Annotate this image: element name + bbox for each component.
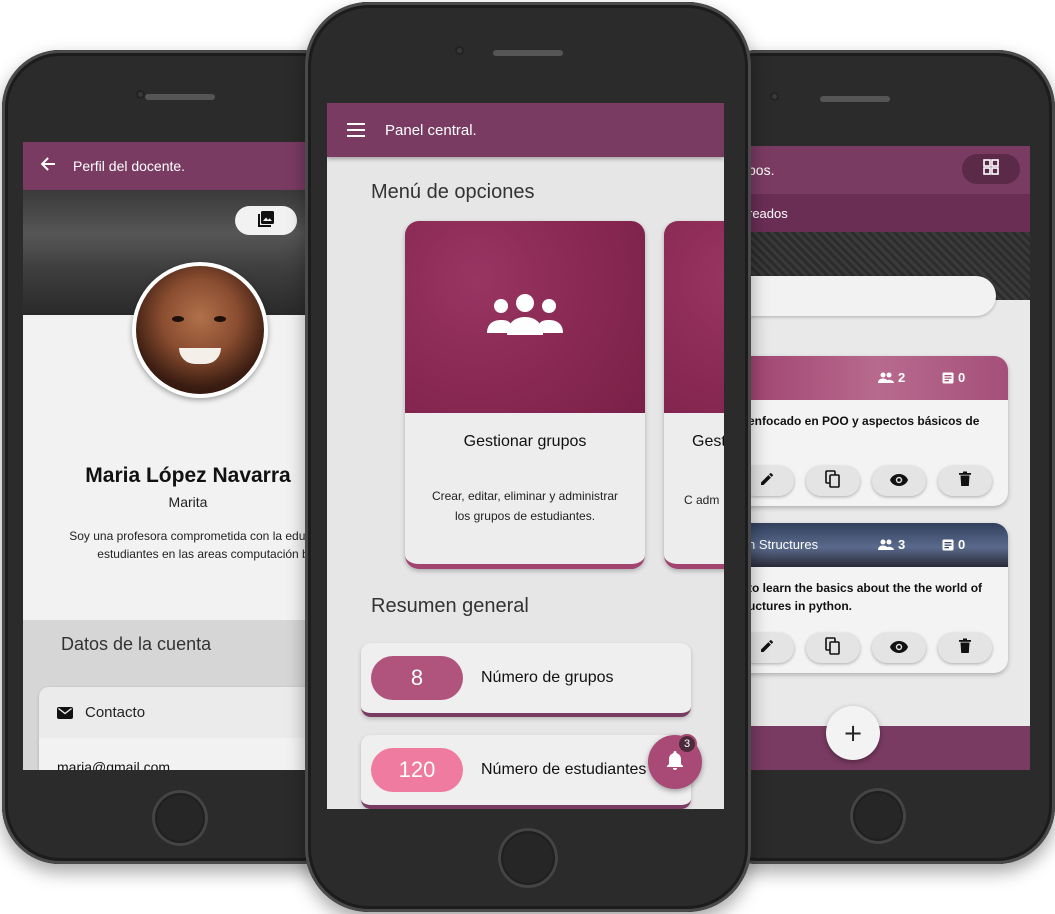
contact-label: Contacto (85, 704, 146, 721)
groups-appbar: pos. (748, 146, 1030, 194)
view-button[interactable] (872, 633, 926, 663)
delete-button[interactable] (938, 633, 992, 663)
teacher-nickname: Marita (168, 494, 208, 510)
copy-button[interactable] (806, 633, 860, 663)
option-card-title: Gestionar grupos (463, 433, 587, 450)
speaker-grille (145, 94, 215, 100)
teacher-bio: Soy una profesora comprometida con la ed… (69, 529, 305, 561)
group-card[interactable]: n Structures 3 0 to learn the basics abo… (748, 523, 1008, 673)
option-card-banner (405, 221, 645, 413)
contact-card: Contacto maria@gmail.com (39, 687, 305, 770)
notes-count: 0 (942, 370, 965, 385)
group-card-header: n Structures 3 0 (748, 523, 1008, 567)
group-card[interactable]: 2 0 enfocado en POO y aspectos básicos d… (748, 356, 1008, 506)
mail-icon (57, 706, 73, 719)
option-card-description: C adm (684, 493, 720, 507)
profile-screen: Perfil del docente. Maria López Navarra … (23, 142, 305, 770)
groups-tab-bar[interactable]: reados (748, 194, 1030, 232)
contact-card-header: Contacto (39, 687, 305, 738)
add-group-button[interactable]: + (826, 706, 880, 760)
profile-title: Perfil del docente. (73, 158, 186, 174)
profile-appbar: Perfil del docente. (23, 142, 305, 190)
group-card-header: 2 0 (748, 356, 1008, 400)
avatar[interactable] (132, 262, 268, 398)
members-count: 3 (878, 537, 905, 552)
camera-dot (770, 92, 779, 101)
view-button[interactable] (872, 466, 926, 496)
groups-tab-label: reados (748, 205, 788, 221)
bell-icon (666, 750, 684, 774)
group-card-actions (748, 466, 1008, 496)
plus-icon: + (842, 719, 864, 747)
change-cover-button[interactable] (235, 206, 297, 235)
note-icon (942, 539, 954, 550)
menu-icon[interactable] (327, 123, 385, 137)
delete-button[interactable] (938, 466, 992, 496)
trash-icon (958, 638, 972, 658)
pencil-icon (759, 471, 775, 491)
speaker-grille (820, 96, 890, 102)
home-button (498, 828, 558, 888)
stat-students[interactable]: 120 Número de estudiantes (361, 735, 691, 809)
image-icon (257, 210, 275, 232)
account-section-title: Datos de la cuenta (61, 634, 212, 654)
notes-count: 0 (942, 537, 965, 552)
edit-button[interactable] (748, 466, 794, 496)
copy-icon (825, 637, 841, 659)
phone-right: pos. reados 2 0 enfocado en POO y aspect… (700, 50, 1055, 864)
phone-middle: Panel central. Menú de opciones Gestiona… (305, 2, 751, 912)
note-icon (942, 372, 954, 383)
dashboard-appbar: Panel central. (327, 103, 724, 157)
arrow-back-icon[interactable] (23, 156, 73, 177)
home-button (849, 788, 906, 844)
option-card-manage-groups[interactable]: Gestionar grupos Crear, editar, eliminar… (405, 221, 645, 569)
contact-email[interactable]: maria@gmail.com (39, 738, 305, 771)
group-card-description: to learn the basics about the the world … (748, 581, 983, 613)
summary-heading: Resumen general (371, 595, 529, 617)
copy-button[interactable] (806, 466, 860, 496)
speaker-grille (493, 50, 563, 56)
people-icon (878, 539, 894, 550)
grid-view-button[interactable] (962, 154, 1020, 184)
options-heading: Menú de opciones (371, 181, 535, 203)
members-count: 2 (878, 370, 905, 385)
bottom-bar (748, 726, 1030, 770)
dashboard-screen: Panel central. Menú de opciones Gestiona… (327, 103, 724, 809)
people-icon (878, 372, 894, 383)
option-card-title: Gest (692, 433, 724, 450)
dashboard-title: Panel central. (385, 121, 477, 139)
pencil-icon (759, 638, 775, 658)
search-input[interactable] (748, 276, 996, 316)
stat-groups[interactable]: 8 Número de grupos (361, 643, 691, 717)
stat-groups-value: 8 (371, 656, 463, 700)
notification-count-badge: 3 (677, 734, 697, 754)
grid-icon (983, 159, 999, 179)
stat-students-value: 120 (371, 748, 463, 792)
group-card-title: n Structures (748, 537, 819, 552)
option-card-banner (664, 221, 724, 413)
trash-icon (958, 471, 972, 491)
groups-screen: pos. reados 2 0 enfocado en POO y aspect… (748, 146, 1030, 770)
home-button (152, 790, 208, 846)
eye-icon (889, 639, 909, 658)
option-card-description: Crear, editar, eliminar y administrar lo… (431, 489, 619, 523)
group-card-description: enfocado en POO y aspectos básicos de (748, 414, 980, 428)
stat-groups-label: Número de grupos (481, 669, 614, 686)
copy-icon (825, 470, 841, 492)
camera-dot (455, 46, 464, 55)
edit-button[interactable] (748, 633, 794, 663)
avatar-photo (136, 266, 264, 394)
groups-title: pos. (748, 162, 775, 178)
option-card-next[interactable]: Gest C adm (664, 221, 724, 569)
mockup-stage: Perfil del docente. Maria López Navarra … (0, 0, 1055, 914)
teacher-name: Maria López Navarra (85, 464, 291, 487)
group-card-actions (748, 633, 1008, 663)
groups-icon (485, 293, 565, 341)
eye-icon (889, 472, 909, 491)
camera-dot (136, 90, 145, 99)
stat-students-label: Número de estudiantes (481, 761, 647, 778)
